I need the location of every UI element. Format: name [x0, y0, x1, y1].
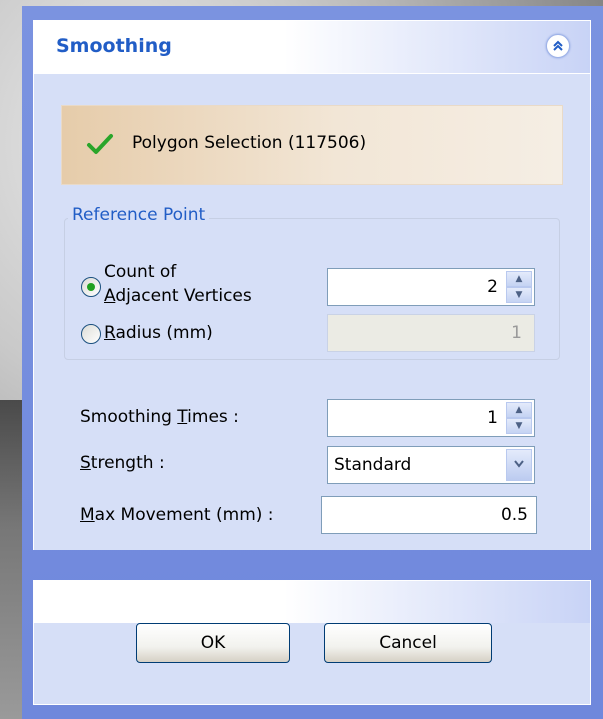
strength-accelerator: S: [80, 453, 91, 473]
button-panel: OK Cancel: [33, 580, 591, 705]
selection-label: Polygon Selection (117506): [132, 133, 367, 153]
button-panel-header: [34, 581, 590, 623]
spin-up-icon[interactable]: ▲: [506, 271, 532, 287]
smoothing-times-value: 1: [487, 408, 498, 428]
count-adjacent-accelerator: A: [104, 286, 116, 306]
max-movement-value: 0.5: [500, 505, 528, 525]
panel-title: Smoothing: [56, 35, 172, 57]
radius-value: 1: [511, 323, 522, 343]
count-adjacent-label-rest: djacent Vertices: [115, 286, 252, 306]
spin-down-icon[interactable]: ▼: [506, 287, 532, 303]
smoothing-times-pre: Smoothing: [80, 407, 178, 427]
chevron-down-icon[interactable]: [506, 449, 532, 481]
double-chevron-up-icon[interactable]: [546, 34, 570, 58]
max-movement-post: ax Movement (mm) :: [94, 505, 274, 525]
count-adjacent-spinner[interactable]: 2 ▲ ▼: [327, 268, 535, 306]
radius-label-rest: adius (mm): [115, 323, 213, 343]
strength-label: Strength :: [80, 453, 165, 473]
radius-label: Radius (mm): [104, 323, 213, 343]
strength-select[interactable]: Standard: [327, 446, 535, 484]
count-adjacent-label-line2: Adjacent Vertices: [104, 286, 252, 306]
strength-value: Standard: [334, 455, 412, 475]
ok-button[interactable]: OK: [136, 623, 290, 663]
max-movement-label: Max Movement (mm) :: [80, 505, 274, 525]
reference-point-legend: Reference Point: [68, 205, 210, 225]
count-adjacent-label-line1: Count of: [104, 262, 177, 282]
cancel-button[interactable]: Cancel: [324, 623, 492, 663]
smoothing-panel: Smoothing Polygon Selection (117506) Ref…: [33, 20, 591, 550]
selection-status: Polygon Selection (117506): [61, 105, 563, 185]
smoothing-times-accelerator: T: [177, 407, 188, 427]
smoothing-times-post: imes :: [187, 407, 239, 427]
smoothing-times-label: Smoothing Times :: [80, 407, 239, 427]
radius-field: 1: [327, 314, 535, 352]
strength-post: trength :: [90, 453, 165, 473]
radio-count-adjacent[interactable]: [81, 277, 101, 297]
green-checkmark-icon: [87, 134, 113, 154]
panel-header[interactable]: Smoothing: [34, 21, 590, 73]
radius-accelerator: R: [104, 323, 116, 343]
spin-down-icon[interactable]: ▼: [506, 418, 532, 434]
max-movement-accelerator: M: [80, 505, 95, 525]
count-adjacent-value: 2: [487, 277, 498, 297]
smoothing-times-spinner[interactable]: 1 ▲ ▼: [327, 399, 535, 437]
max-movement-input[interactable]: 0.5: [321, 496, 537, 534]
spin-up-icon[interactable]: ▲: [506, 402, 532, 418]
spin-buttons: ▲ ▼: [506, 271, 532, 303]
panel-body: Polygon Selection (117506) Reference Poi…: [34, 73, 590, 550]
radio-selected-dot: [87, 283, 95, 291]
spin-buttons: ▲ ▼: [506, 402, 532, 434]
radio-radius[interactable]: [81, 324, 101, 344]
